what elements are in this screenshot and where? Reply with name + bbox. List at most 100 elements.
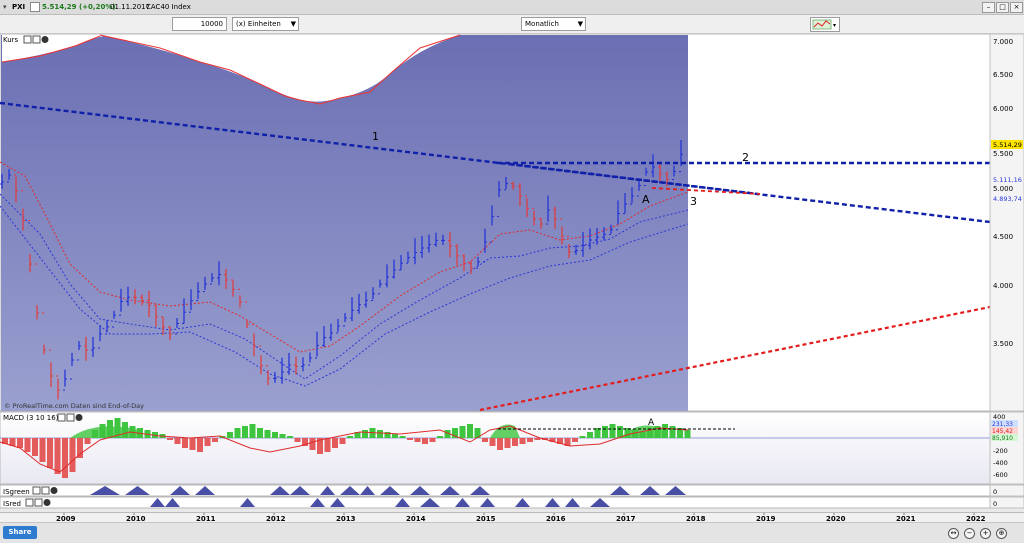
macd-bar <box>512 438 518 446</box>
macd-bar <box>174 438 181 444</box>
close-panel-icon[interactable] <box>75 414 83 421</box>
macd-bar <box>272 432 278 438</box>
macd-bar <box>587 432 593 438</box>
macd-bar <box>602 426 608 438</box>
timeframe-select-label: Monatlich <box>525 20 559 28</box>
window-icon[interactable] <box>34 498 43 507</box>
macd-bar <box>684 430 691 438</box>
macd-bar <box>24 438 31 452</box>
macd-bar <box>362 430 368 438</box>
macd-bar <box>429 438 436 442</box>
macd-bar <box>519 438 526 444</box>
window-icon[interactable] <box>66 413 75 422</box>
macd-bar <box>189 438 196 450</box>
macd-bar <box>39 438 46 462</box>
zoom-in-icon[interactable]: + <box>980 528 991 539</box>
isred-tick: 0 <box>993 500 997 508</box>
macd-bar <box>242 426 248 438</box>
timeframe-select[interactable]: Monatlich ▼ <box>521 17 586 31</box>
macd-bar <box>234 428 241 438</box>
macd-bar <box>579 436 586 438</box>
macd-bar <box>17 438 23 448</box>
macd-bar <box>489 438 496 446</box>
macd-bar <box>167 438 173 440</box>
price-panel-label: Kurs <box>3 36 19 44</box>
chevron-down-icon: ▼ <box>290 20 296 28</box>
wrench-icon[interactable] <box>23 35 32 44</box>
zoom-out-icon[interactable]: − <box>964 528 975 539</box>
macd-bar <box>467 424 473 438</box>
window-icon[interactable] <box>32 35 41 44</box>
status-bar: Share ↔ − + ⊕ <box>0 522 1024 543</box>
macd-value-1: 231,33 <box>992 421 1013 428</box>
macd-bar <box>294 438 301 442</box>
macd-value-3: 85,910 <box>992 435 1013 442</box>
menu-arrow-icon[interactable]: ▾ <box>3 2 7 12</box>
macd-bar <box>227 432 233 438</box>
macd-bar <box>324 438 331 452</box>
wrench-icon[interactable] <box>32 486 41 495</box>
chart-type-icon: ▾ <box>812 19 836 30</box>
price-tick: 5.000 <box>993 185 1013 193</box>
macd-bar <box>497 438 503 450</box>
isgreen-tick: 0 <box>993 488 997 496</box>
macd-bar <box>339 438 346 444</box>
macd-bar <box>212 438 218 442</box>
info-icon[interactable] <box>30 2 40 12</box>
ma-fast-label: 5.111,16 <box>993 176 1022 184</box>
close-panel-icon[interactable] <box>43 499 51 506</box>
close-panel-icon[interactable] <box>50 487 58 494</box>
chart-area[interactable]: 1 2 3 A © ProRealTime.com Daten sind End… <box>0 33 1024 512</box>
share-button[interactable]: Share <box>3 526 37 539</box>
line-label-1: 1 <box>372 130 379 143</box>
isred-panel-label: ISred <box>3 500 21 508</box>
macd-bar <box>47 438 53 468</box>
unit-select[interactable]: (x) Einheiten ▼ <box>232 17 299 31</box>
macd-bar <box>69 438 76 472</box>
macd-bar <box>77 438 83 458</box>
symbol-label: PXI <box>12 3 26 11</box>
macd-tick: -400 <box>993 459 1008 467</box>
macd-bar <box>407 438 413 440</box>
price-tick: 7.000 <box>993 38 1013 46</box>
window-icon[interactable] <box>41 486 50 495</box>
zoom-fit-icon[interactable]: ↔ <box>948 528 959 539</box>
macd-bar <box>54 438 61 474</box>
chevron-down-icon: ▼ <box>577 20 583 28</box>
macd-bar <box>527 438 533 442</box>
macd-tick: -200 <box>993 447 1008 455</box>
copyright-text: © ProRealTime.com Daten sind End-of-Day <box>4 402 144 410</box>
quote-date: 01.11.2017 <box>110 3 151 11</box>
macd-bar <box>32 438 38 456</box>
macd-bar <box>309 438 316 450</box>
macd-bar <box>437 436 443 438</box>
wrench-icon[interactable] <box>57 413 66 422</box>
title-bar: ▾ PXI 5.514,29 (+0,20%) 01.11.2017 CAC40… <box>0 0 1024 15</box>
macd-bar <box>62 438 68 478</box>
macd-bar <box>504 438 511 448</box>
close-panel-icon[interactable] <box>41 36 49 43</box>
chart-type-button[interactable]: ▾ <box>810 17 840 32</box>
quantity-input[interactable]: 10000 <box>172 17 227 31</box>
macd-bar <box>287 436 293 438</box>
macd-panel-label: MACD (3 10 16) <box>3 414 59 422</box>
macd-bar <box>182 438 188 448</box>
price-tick: 3.500 <box>993 340 1013 348</box>
macd-bar <box>257 428 263 438</box>
macd-bar <box>347 436 353 438</box>
macd-tick: -600 <box>993 471 1008 479</box>
price-tick: 6.500 <box>993 71 1013 79</box>
macd-bar <box>332 438 338 448</box>
unit-select-label: (x) Einheiten <box>236 20 281 28</box>
zoom-reset-icon[interactable]: ⊕ <box>996 528 1007 539</box>
price-change: 5.514,29 (+0,20%) <box>42 3 116 11</box>
last-price-label: 5.514,29 <box>993 141 1022 149</box>
close-button[interactable]: × <box>1010 2 1023 13</box>
wrench-icon[interactable] <box>25 498 34 507</box>
panel-header-macd: MACD (3 10 16) <box>3 413 83 422</box>
maximize-button[interactable]: □ <box>996 2 1009 13</box>
macd-bar <box>249 424 256 438</box>
line-label-2: 2 <box>742 151 749 164</box>
ma-slow-label: 4.893,74 <box>993 195 1022 203</box>
minimize-button[interactable]: – <box>982 2 995 13</box>
